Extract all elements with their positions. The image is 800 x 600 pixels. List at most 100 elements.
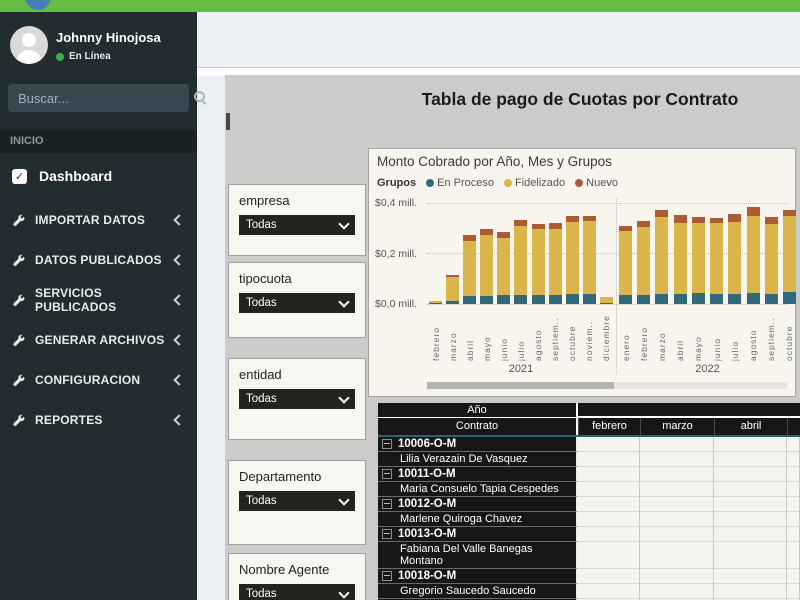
contract-row-header[interactable]: 10012-O-M	[378, 497, 578, 512]
data-cell[interactable]	[640, 512, 714, 527]
bar-segment-fidelizado[interactable]	[747, 216, 760, 293]
chart-hscroll-track[interactable]	[427, 382, 787, 389]
data-cell[interactable]	[714, 542, 787, 569]
legend-item-fidelizado[interactable]: Fidelizado	[504, 177, 565, 189]
data-cell[interactable]	[714, 569, 787, 584]
filter-dropdown-tipocuota[interactable]: Todas	[239, 293, 355, 313]
data-cell[interactable]	[578, 512, 640, 527]
data-cell[interactable]	[714, 512, 787, 527]
bar-2021-mayo[interactable]	[480, 203, 493, 304]
data-cell[interactable]	[787, 584, 800, 599]
bar-segment-en-proceso[interactable]	[674, 294, 687, 304]
data-cell[interactable]	[714, 452, 787, 467]
data-cell[interactable]	[578, 437, 640, 452]
bar-segment-fidelizado[interactable]	[583, 221, 596, 294]
bar-2022-abril[interactable]	[674, 203, 687, 304]
bar-segment-nuevo[interactable]	[728, 214, 741, 222]
chart-hscroll-thumb[interactable]	[427, 382, 614, 389]
data-cell[interactable]	[640, 497, 714, 512]
bar-2022-septiem-[interactable]	[765, 203, 778, 304]
bar-segment-fidelizado[interactable]	[497, 238, 510, 295]
bar-segment-en-proceso[interactable]	[765, 294, 778, 304]
data-cell[interactable]	[714, 497, 787, 512]
bar-segment-nuevo[interactable]	[655, 210, 668, 217]
data-cell[interactable]	[578, 452, 640, 467]
bar-segment-fidelizado[interactable]	[514, 226, 527, 295]
bar-segment-en-proceso[interactable]	[728, 294, 741, 304]
data-cell[interactable]	[640, 569, 714, 584]
bar-segment-fidelizado[interactable]	[566, 222, 579, 294]
bar-segment-en-proceso[interactable]	[532, 295, 545, 304]
legend-item-en-proceso[interactable]: En Proceso	[426, 177, 494, 189]
bar-segment-fidelizado[interactable]	[765, 224, 778, 294]
bar-segment-en-proceso[interactable]	[446, 301, 459, 304]
bar-2021-febrero[interactable]	[429, 203, 442, 304]
data-cell[interactable]	[640, 452, 714, 467]
sidebar-item-dashboard[interactable]: ✓ Dashboard	[0, 158, 197, 194]
data-cell[interactable]	[714, 437, 787, 452]
bar-segment-en-proceso[interactable]	[710, 294, 723, 304]
bar-2021-septiem-[interactable]	[549, 203, 562, 304]
bar-segment-en-proceso[interactable]	[619, 295, 632, 304]
bar-segment-en-proceso[interactable]	[566, 294, 579, 304]
data-cell[interactable]	[787, 497, 800, 512]
contract-row-header[interactable]: 10011-O-M	[378, 467, 578, 482]
bar-segment-en-proceso[interactable]	[747, 293, 760, 304]
bar-segment-en-proceso[interactable]	[514, 295, 527, 304]
bar-segment-fidelizado[interactable]	[692, 223, 705, 293]
bar-2021-julio[interactable]	[514, 203, 527, 304]
data-cell[interactable]	[578, 527, 640, 542]
bar-segment-fidelizado[interactable]	[446, 277, 459, 301]
bar-segment-en-proceso[interactable]	[549, 295, 562, 304]
filter-dropdown-entidad[interactable]: Todas	[239, 389, 355, 409]
data-cell[interactable]	[578, 482, 640, 497]
bar-2022-mayo[interactable]	[692, 203, 705, 304]
data-cell[interactable]	[640, 542, 714, 569]
bar-segment-en-proceso[interactable]	[600, 303, 613, 304]
bar-segment-fidelizado[interactable]	[549, 229, 562, 295]
bar-segment-fidelizado[interactable]	[783, 216, 796, 292]
bar-segment-en-proceso[interactable]	[783, 292, 796, 304]
sidebar-item-configuracion[interactable]: CONFIGURACION	[0, 360, 197, 400]
bar-segment-fidelizado[interactable]	[532, 229, 545, 295]
collapse-minus-icon[interactable]	[382, 529, 392, 539]
bar-segment-en-proceso[interactable]	[692, 293, 705, 304]
data-cell[interactable]	[640, 482, 714, 497]
contract-row-header[interactable]: 10006-O-M	[378, 437, 578, 452]
data-cell[interactable]	[787, 452, 800, 467]
report-vertical-scrollbar[interactable]	[226, 113, 230, 130]
data-cell[interactable]	[578, 584, 640, 599]
sidebar-item-generar-archivos[interactable]: GENERAR ARCHIVOS	[0, 320, 197, 360]
data-cell[interactable]	[640, 527, 714, 542]
data-cell[interactable]	[578, 467, 640, 482]
data-cell[interactable]	[787, 527, 800, 542]
bar-2022-junio[interactable]	[710, 203, 723, 304]
data-cell[interactable]	[787, 467, 800, 482]
data-cell[interactable]	[640, 584, 714, 599]
bar-segment-en-proceso[interactable]	[655, 294, 668, 304]
filter-dropdown-departamento[interactable]: Todas	[239, 491, 355, 511]
data-cell[interactable]	[578, 542, 640, 569]
bar-2021-marzo[interactable]	[446, 203, 459, 304]
data-cell[interactable]	[714, 527, 787, 542]
bar-2021-agosto[interactable]	[532, 203, 545, 304]
bar-segment-fidelizado[interactable]	[480, 235, 493, 296]
data-cell[interactable]	[714, 467, 787, 482]
bar-2022-julio[interactable]	[728, 203, 741, 304]
collapse-minus-icon[interactable]	[382, 571, 392, 581]
bar-2022-octubre[interactable]	[783, 203, 796, 304]
collapse-minus-icon[interactable]	[382, 469, 392, 479]
data-cell[interactable]	[787, 437, 800, 452]
bar-2022-agosto[interactable]	[747, 203, 760, 304]
data-cell[interactable]	[787, 542, 800, 569]
sidebar-item-datos-publicados[interactable]: DATOS PUBLICADOS	[0, 240, 197, 280]
search-input[interactable]	[8, 91, 194, 106]
sidebar-item-importar-datos[interactable]: IMPORTAR DATOS	[0, 200, 197, 240]
legend-item-nuevo[interactable]: Nuevo	[575, 177, 618, 189]
filter-dropdown-nombre-agente[interactable]: Todas	[239, 584, 355, 600]
bar-segment-fidelizado[interactable]	[710, 223, 723, 294]
data-cell[interactable]	[714, 482, 787, 497]
contract-row-header[interactable]: 10018-O-M	[378, 569, 578, 584]
bar-2021-noviem-[interactable]	[583, 203, 596, 304]
bar-segment-fidelizado[interactable]	[674, 223, 687, 294]
